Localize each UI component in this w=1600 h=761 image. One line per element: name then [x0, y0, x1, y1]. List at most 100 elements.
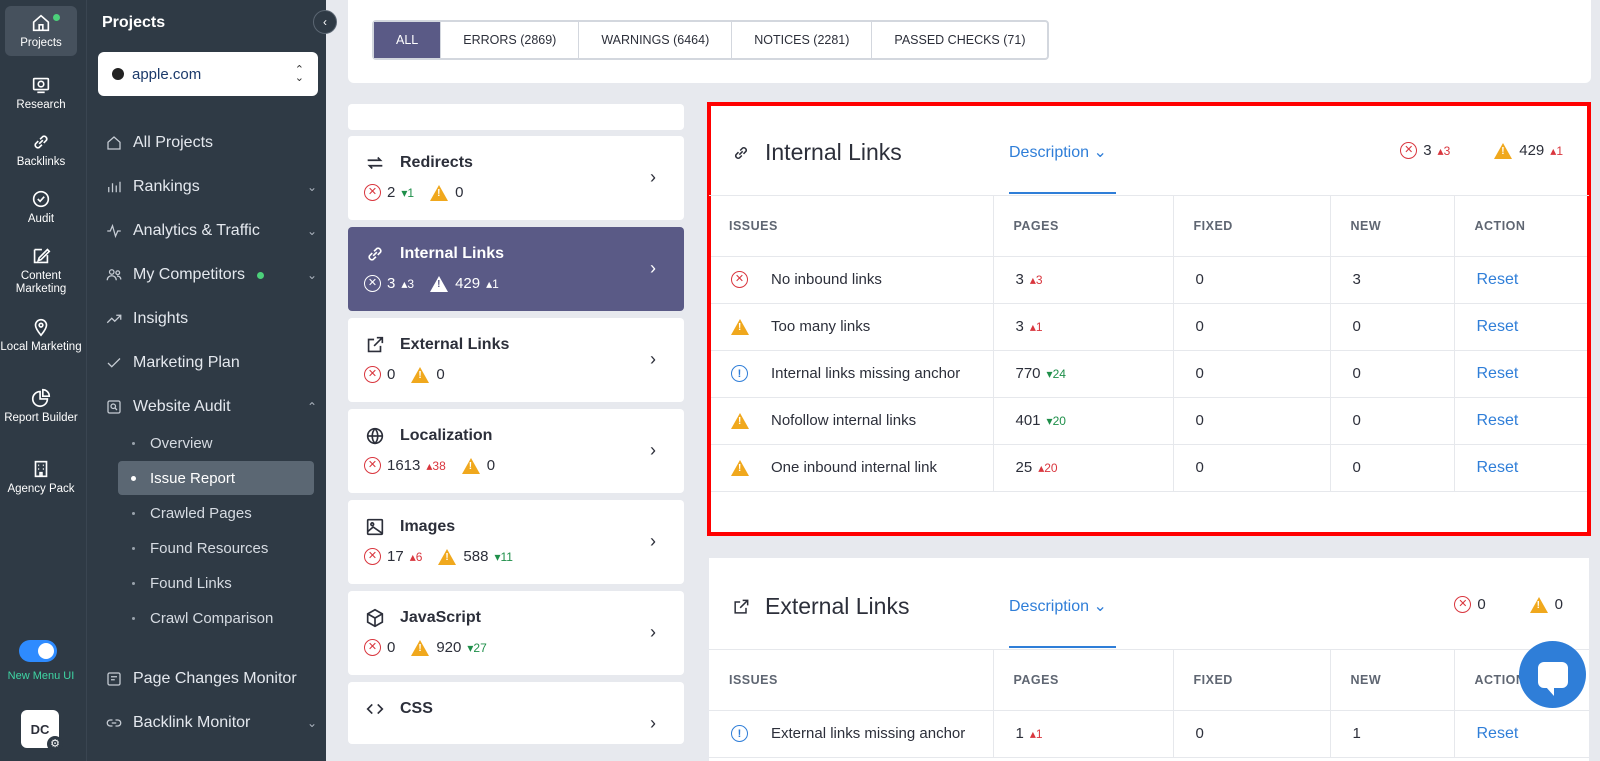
new-menu-toggle[interactable]	[19, 640, 57, 662]
rail-item-projects[interactable]: Projects	[5, 6, 77, 56]
error-delta: 38	[432, 458, 446, 473]
category-card-partial[interactable]	[348, 104, 684, 130]
rail-item-research[interactable]: Research	[0, 74, 82, 112]
sidebar-item-website-audit[interactable]: Website Audit ⌃	[105, 392, 317, 422]
sidebar-item-all-projects[interactable]: All Projects	[105, 128, 317, 158]
error-icon: ✕	[364, 457, 381, 474]
chevron-down-icon: ⌄	[306, 224, 317, 238]
panel-stats: ✕ 0 0	[1454, 596, 1563, 613]
pages-count[interactable]: 401	[1016, 412, 1041, 429]
sidebar-subitem-found-resources[interactable]: Found Resources	[118, 531, 314, 565]
category-name: Localization	[400, 427, 493, 444]
category-card-external-links[interactable]: External Links ✕ 0 0 ›	[348, 318, 684, 402]
avatar[interactable]: DC ⚙	[21, 710, 63, 752]
check-circle-icon	[32, 190, 50, 208]
pages-count[interactable]: 25	[1016, 459, 1033, 476]
issue-name[interactable]: External links missing anchor	[771, 725, 971, 742]
reset-link[interactable]: Reset	[1477, 365, 1519, 382]
error-icon: ✕	[364, 184, 381, 201]
error-icon: ✕	[731, 271, 748, 288]
category-name: Redirects	[400, 154, 473, 171]
warning-count: 429	[455, 275, 481, 292]
category-card-images[interactable]: Images ✕ 17 ▴6 588 ▾11 ›	[348, 500, 684, 584]
sidebar-subitem-found-links[interactable]: Found Links	[118, 566, 314, 600]
collapse-sidebar-button[interactable]: ‹	[313, 10, 337, 34]
decrease-indicator: ▾27	[467, 640, 487, 655]
gear-icon: ⚙	[47, 736, 63, 752]
description-toggle[interactable]: Description ⌄	[1009, 596, 1107, 616]
rail-item-backlinks[interactable]: Backlinks	[0, 131, 82, 169]
chevron-up-icon: ⌃	[306, 400, 317, 414]
rail-item-agency-pack[interactable]: Agency Pack	[0, 458, 82, 496]
warning-count: 588	[463, 548, 489, 565]
category-card-internal-links[interactable]: Internal Links ✕ 3 ▴3 429 ▴1 ›	[348, 227, 684, 311]
sidebar-subitem-issue-report[interactable]: Issue Report	[118, 461, 314, 495]
sidebar-item-rankings[interactable]: Rankings ⌄	[105, 172, 317, 202]
table-row: Too many links 3 ▴1 0 0 Reset	[709, 303, 1589, 351]
rail-item-label: Report Builder	[4, 412, 78, 424]
pages-count[interactable]: 3	[1016, 271, 1024, 288]
sidebar-item-backlink-monitor[interactable]: Backlink Monitor ⌄	[105, 708, 317, 738]
chat-button[interactable]	[1519, 641, 1586, 708]
issue-name[interactable]: One inbound internal link	[771, 459, 971, 476]
fixed-count: 0	[1173, 710, 1331, 758]
rail-item-content-marketing[interactable]: Content Marketing	[0, 245, 82, 296]
activity-icon	[107, 223, 121, 239]
sidebar-subitem-crawled-pages[interactable]: Crawled Pages	[118, 496, 314, 530]
tab-passed-checks[interactable]: PASSED CHECKS (71)	[872, 22, 1047, 58]
reset-link[interactable]: Reset	[1477, 459, 1519, 476]
external-link-icon	[367, 336, 384, 353]
category-card-redirects[interactable]: Redirects ✕ 2 ▾1 0 ›	[348, 136, 684, 220]
external-links-panel: External Links Description ⌄ ✕ 0 0 ISSUE…	[709, 558, 1589, 761]
fixed-count: 0	[1173, 397, 1331, 445]
decrease-indicator: ▾1	[401, 185, 415, 200]
sidebar-item-analytics[interactable]: Analytics & Traffic ⌄	[105, 216, 317, 246]
warning-icon	[1494, 142, 1513, 159]
rail-item-audit[interactable]: Audit	[0, 188, 82, 226]
pages-count[interactable]: 770	[1016, 365, 1041, 382]
issue-name[interactable]: Nofollow internal links	[771, 412, 971, 429]
sidebar-item-insights[interactable]: Insights	[105, 304, 317, 334]
sidebar-item-competitors[interactable]: My Competitors ⌄	[105, 260, 317, 290]
issues-table: ISSUES PAGES FIXED NEW ACTION ! External …	[709, 650, 1589, 758]
error-count: 3	[1423, 142, 1432, 159]
issue-name[interactable]: No inbound links	[771, 271, 971, 288]
sidebar-subitem-crawl-comparison[interactable]: Crawl Comparison	[118, 601, 314, 635]
research-icon	[32, 77, 50, 94]
rail-item-label: Content Marketing	[15, 270, 67, 295]
rail-item-report-builder[interactable]: Report Builder	[0, 387, 82, 425]
tab-errors[interactable]: ERRORS (2869)	[441, 22, 580, 58]
reset-link[interactable]: Reset	[1477, 271, 1519, 288]
category-card-localization[interactable]: Localization ✕ 1613 ▴38 0 ›	[348, 409, 684, 493]
tab-all[interactable]: ALL	[374, 22, 442, 58]
project-select[interactable]: apple.com ⌃ ⌄	[98, 52, 318, 96]
pages-count[interactable]: 1	[1016, 725, 1024, 742]
issue-name[interactable]: Internal links missing anchor	[771, 365, 971, 382]
chevron-right-icon: ›	[650, 531, 656, 551]
reset-link[interactable]: Reset	[1477, 412, 1519, 429]
category-card-javascript[interactable]: JavaScript ✕ 0 920 ▾27 ›	[348, 591, 684, 675]
issue-name[interactable]: Too many links	[771, 318, 971, 335]
edit-icon	[33, 248, 51, 264]
decrease-indicator: ▾11	[494, 549, 513, 564]
tab-warnings[interactable]: WARNINGS (6464)	[579, 22, 733, 58]
category-card-css[interactable]: CSS ›	[348, 682, 684, 744]
error-delta: 3	[1443, 143, 1451, 158]
description-toggle[interactable]: Description ⌄	[1009, 142, 1107, 162]
warning-icon	[1529, 596, 1548, 613]
code-icon	[366, 703, 384, 715]
warning-icon	[461, 457, 480, 474]
pages-count[interactable]: 3	[1016, 318, 1024, 335]
chevron-right-icon: ›	[650, 349, 656, 369]
reset-link[interactable]: Reset	[1477, 725, 1519, 742]
new-count: 0	[1330, 303, 1455, 351]
bar-chart-icon	[108, 181, 121, 193]
tab-notices[interactable]: NOTICES (2281)	[732, 22, 873, 58]
column-header-pages: PAGES	[993, 650, 1174, 711]
warning-icon	[438, 548, 457, 565]
reset-link[interactable]: Reset	[1477, 318, 1519, 335]
sidebar-subitem-overview[interactable]: Overview	[118, 426, 314, 460]
sidebar-item-page-changes[interactable]: Page Changes Monitor	[105, 664, 317, 694]
rail-item-local-marketing[interactable]: Local Marketing	[0, 316, 82, 354]
sidebar-item-marketing-plan[interactable]: Marketing Plan	[105, 348, 317, 378]
